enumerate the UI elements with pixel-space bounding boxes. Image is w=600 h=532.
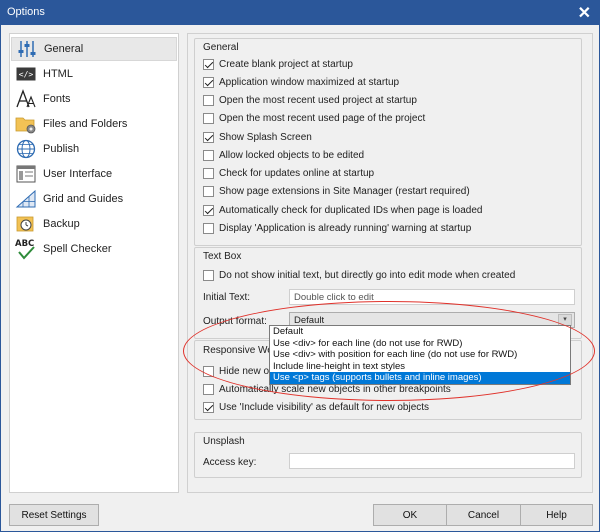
- checkbox[interactable]: [203, 365, 214, 377]
- checkbox[interactable]: [203, 401, 214, 413]
- sidebar-item-grid-and-guides[interactable]: Grid and Guides: [11, 187, 177, 211]
- option-label: Display 'Application is already running'…: [219, 222, 472, 234]
- output-format-label: Output format:: [203, 316, 267, 327]
- folder-gear-icon: [15, 114, 37, 134]
- option-label: Automatically scale new objects in other…: [219, 383, 451, 395]
- options-content: General Create blank project at startup …: [187, 33, 593, 493]
- sidebar-item-general[interactable]: General: [11, 37, 177, 61]
- option-hide-new-objects[interactable]: Hide new obj: [203, 363, 277, 379]
- group-title: General: [203, 42, 239, 53]
- option-label: Allow locked objects to be edited: [219, 149, 365, 161]
- general-group: General Create blank project at startup …: [194, 38, 582, 246]
- close-icon[interactable]: ✕: [578, 3, 591, 23]
- access-key-label: Access key:: [203, 457, 257, 468]
- option-no-initial-text[interactable]: Do not show initial text, but directly g…: [203, 267, 515, 283]
- sidebar-item-fonts[interactable]: Fonts: [11, 87, 177, 111]
- checkbox[interactable]: [203, 167, 214, 179]
- option-open-recent-project[interactable]: Open the most recent used project at sta…: [203, 92, 417, 108]
- sidebar-item-backup[interactable]: Backup: [11, 212, 177, 236]
- globe-icon: [15, 139, 37, 159]
- svg-text:ABC: ABC: [15, 239, 34, 249]
- option-label: Application window maximized at startup: [219, 76, 400, 88]
- access-key-input[interactable]: [289, 453, 575, 469]
- sidebar-item-label: Fonts: [43, 93, 71, 105]
- options-sidebar: General </> HTML Fonts Files and Folders…: [9, 33, 179, 493]
- group-title: Unsplash: [203, 436, 245, 447]
- ok-button[interactable]: OK: [373, 504, 447, 526]
- dropdown-option[interactable]: Use <div> for each line (do not use for …: [270, 338, 570, 350]
- svg-text:</>: </>: [19, 70, 34, 79]
- checkbox[interactable]: [203, 76, 214, 88]
- option-check-updates[interactable]: Check for updates online at startup: [203, 165, 374, 181]
- sidebar-item-html[interactable]: </> HTML: [11, 62, 177, 86]
- checkbox[interactable]: [203, 58, 214, 70]
- option-label: Create blank project at startup: [219, 58, 353, 70]
- option-already-running-warning[interactable]: Display 'Application is already running'…: [203, 220, 471, 236]
- option-label: Open the most recent used project at sta…: [219, 94, 417, 106]
- dropdown-option-selected[interactable]: Use <p> tags (supports bullets and inlin…: [270, 372, 570, 384]
- option-show-extensions[interactable]: Show page extensions in Site Manager (re…: [203, 183, 470, 199]
- sidebar-item-files-and-folders[interactable]: Files and Folders: [11, 112, 177, 136]
- sidebar-item-label: Publish: [43, 143, 80, 155]
- option-create-blank-project[interactable]: Create blank project at startup: [203, 56, 353, 72]
- checkbox[interactable]: [203, 94, 214, 106]
- option-label: Do not show initial text, but directly g…: [219, 269, 516, 281]
- option-label: Automatically check for duplicated IDs w…: [219, 204, 483, 216]
- checkbox[interactable]: [203, 383, 214, 395]
- checkbox[interactable]: [203, 222, 214, 234]
- title-bar: Options ✕: [1, 1, 599, 25]
- checkbox[interactable]: [203, 149, 214, 161]
- option-label: Use 'Include visibility' as default for …: [219, 401, 430, 413]
- options-window: Options ✕ General </> HTML Fonts Files a…: [0, 0, 600, 532]
- sidebar-item-label: Files and Folders: [43, 118, 128, 130]
- sidebar-item-label: Spell Checker: [43, 243, 112, 255]
- group-title: Responsive Web: [203, 345, 279, 356]
- window-layout-icon: [15, 164, 37, 184]
- option-label: Open the most recent used page of the pr…: [219, 112, 426, 124]
- dropdown-option[interactable]: Include line-height in text styles: [270, 361, 570, 373]
- option-window-maximized[interactable]: Application window maximized at startup: [203, 74, 399, 90]
- sidebar-item-spell-checker[interactable]: ABC Spell Checker: [11, 237, 177, 261]
- checkbox[interactable]: [203, 112, 214, 124]
- option-label: Show Splash Screen: [219, 131, 312, 143]
- option-allow-locked[interactable]: Allow locked objects to be edited: [203, 147, 364, 163]
- html-tag-icon: </>: [15, 64, 37, 84]
- dropdown-option[interactable]: Use <div> with position for each line (d…: [270, 349, 570, 361]
- checkbox[interactable]: [203, 185, 214, 197]
- sidebar-item-label: User Interface: [43, 168, 113, 180]
- sidebar-item-label: HTML: [43, 68, 73, 80]
- help-button[interactable]: Help: [521, 504, 593, 526]
- sidebar-item-label: Grid and Guides: [43, 193, 124, 205]
- sliders-icon: [16, 39, 38, 59]
- reset-settings-button[interactable]: Reset Settings: [9, 504, 99, 526]
- sidebar-item-label: General: [44, 43, 84, 55]
- checkbox[interactable]: [203, 204, 214, 216]
- initial-text-input[interactable]: Double click to edit: [289, 289, 575, 305]
- option-check-duplicate-ids[interactable]: Automatically check for duplicated IDs w…: [203, 202, 482, 218]
- option-include-visibility[interactable]: Use 'Include visibility' as default for …: [203, 399, 429, 415]
- backup-clock-icon: [15, 214, 37, 234]
- abc-check-icon: ABC: [15, 239, 37, 260]
- sidebar-item-label: Backup: [43, 218, 80, 230]
- font-icon: [15, 89, 37, 109]
- output-format-dropdown-list: Default Use <div> for each line (do not …: [269, 325, 571, 385]
- sidebar-item-user-interface[interactable]: User Interface: [11, 162, 177, 186]
- group-title: Text Box: [203, 251, 242, 262]
- dropdown-option[interactable]: Default: [270, 326, 570, 338]
- option-label: Show page extensions in Site Manager (re…: [219, 185, 470, 197]
- grid-ruler-icon: [15, 189, 37, 209]
- window-title: Options: [7, 6, 45, 18]
- unsplash-group: Unsplash Access key:: [194, 432, 582, 478]
- option-open-recent-page[interactable]: Open the most recent used page of the pr…: [203, 110, 425, 126]
- option-show-splash[interactable]: Show Splash Screen: [203, 129, 312, 145]
- cancel-button[interactable]: Cancel: [447, 504, 521, 526]
- checkbox[interactable]: [203, 131, 214, 143]
- initial-text-label: Initial Text:: [203, 292, 251, 303]
- sidebar-item-publish[interactable]: Publish: [11, 137, 177, 161]
- option-label: Check for updates online at startup: [219, 167, 375, 179]
- checkbox[interactable]: [203, 269, 214, 281]
